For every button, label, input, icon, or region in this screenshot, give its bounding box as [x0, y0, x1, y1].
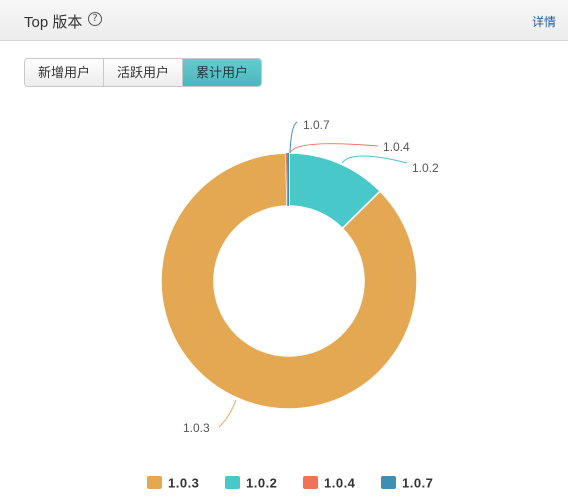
top-version-panel: Top 版本 ? 详情 新增用户 活跃用户 累计用户 1.0.3 1.0.2 1.0…: [0, 0, 568, 501]
legend-label: 1.0.2: [246, 476, 277, 491]
slice-label-1-0-4: 1.0.4: [383, 140, 410, 154]
tab-cumulative-users[interactable]: 累计用户: [183, 59, 262, 86]
legend-swatch: [225, 476, 240, 489]
legend-item-1-0-2[interactable]: 1.0.2: [225, 476, 277, 491]
slice-label-1-0-7: 1.0.7: [303, 118, 330, 132]
tab-new-users[interactable]: 新增用户: [25, 59, 105, 86]
legend-swatch: [381, 476, 396, 489]
user-type-tabs: 新增用户 活跃用户 累计用户: [24, 58, 263, 87]
version-donut-chart: 1.0.31.0.21.0.41.0.7 1.0.3 1.0.2 1.0.4 1.0.…: [147, 118, 439, 491]
help-icon[interactable]: ?: [88, 12, 102, 26]
tab-active-users[interactable]: 活跃用户: [104, 59, 184, 86]
leader-line-1-0-7: [289, 121, 298, 154]
details-link[interactable]: 详情: [532, 13, 556, 30]
legend-swatch: [147, 476, 162, 489]
legend-item-1-0-3[interactable]: 1.0.3: [147, 476, 199, 491]
slice-label-1-0-3: 1.0.3: [183, 421, 210, 435]
legend-label: 1.0.7: [402, 476, 433, 491]
leader-line-1-0-3: [218, 399, 237, 428]
leader-line-1-0-2: [341, 155, 408, 164]
legend-label: 1.0.3: [168, 476, 199, 491]
legend-label: 1.0.4: [324, 476, 356, 491]
legend-item-1-0-4[interactable]: 1.0.4: [303, 476, 356, 491]
slice-label-1-0-2: 1.0.2: [412, 161, 439, 175]
panel-header: Top 版本 ? 详情: [0, 0, 568, 41]
legend-item-1-0-7[interactable]: 1.0.7: [381, 476, 433, 491]
panel-title: Top 版本: [24, 14, 83, 31]
leader-line-1-0-4: [289, 143, 379, 154]
legend-swatch: [303, 476, 318, 489]
